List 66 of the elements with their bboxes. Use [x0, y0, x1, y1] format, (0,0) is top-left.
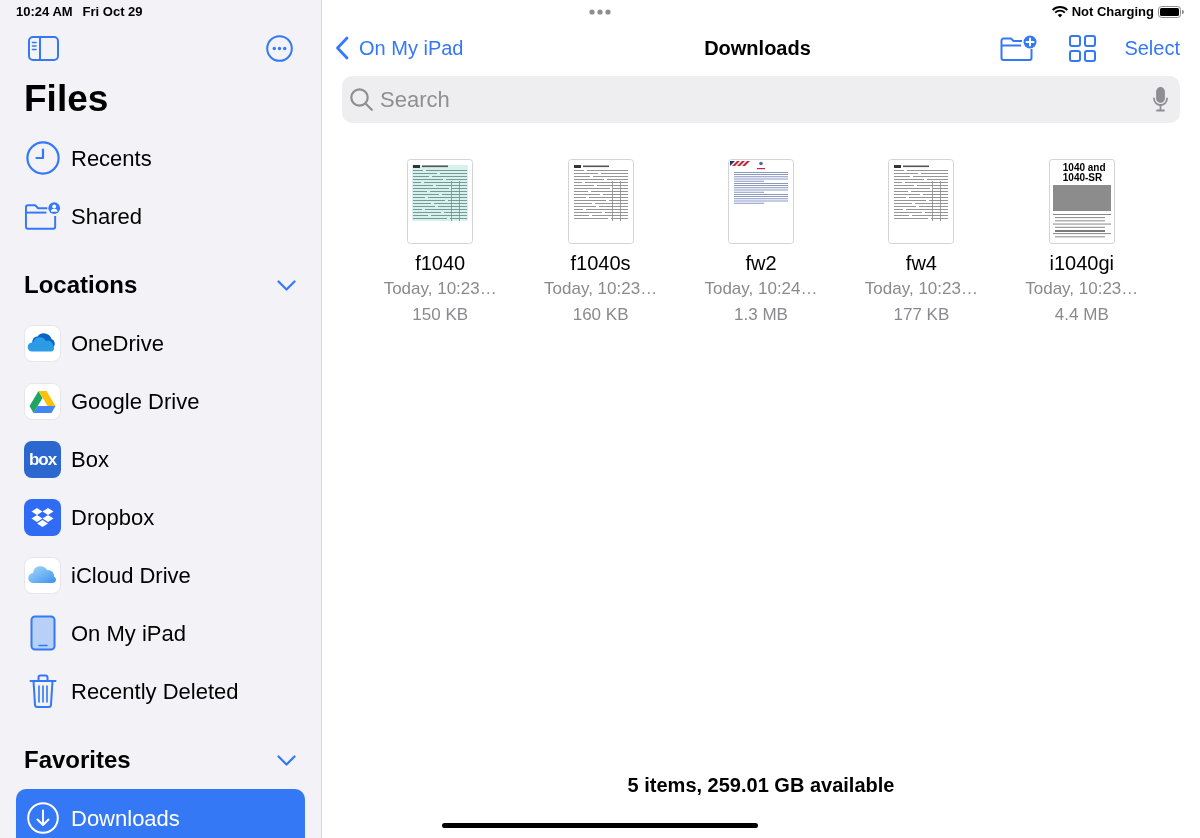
form-page-drawing[interactable]: [567, 159, 634, 244]
chevron-left-icon: [335, 36, 349, 60]
logo-tile: box: [24, 440, 61, 478]
file-name: i1040gi: [1049, 251, 1115, 275]
file-size: 160 KB: [572, 304, 629, 326]
chevron-icon[interactable]: [277, 279, 296, 291]
microphone-icon[interactable]: [1153, 87, 1168, 112]
sidebar-item[interactable]: Google Drive: [16, 372, 305, 430]
form-page-drawing[interactable]: [888, 159, 955, 244]
text-lines-drawing: [1052, 214, 1111, 240]
sidebar-item[interactable]: box Box: [16, 430, 305, 488]
select-button[interactable]: Select: [1124, 33, 1180, 63]
file-name: fw4: [905, 251, 937, 275]
sidebar-item[interactable]: Recents: [16, 129, 305, 187]
back-button[interactable]: On My iPad: [335, 33, 464, 63]
storage-summary: 5 items, 259.01 GB available: [627, 773, 895, 797]
file-name: f1040: [415, 251, 466, 275]
form-page-drawing[interactable]: [407, 159, 474, 244]
sidebar-item[interactable]: OneDrive: [16, 314, 305, 372]
sidebar-item[interactable]: On My iPad: [16, 604, 305, 662]
triangle-app-icon: [24, 382, 61, 420]
download-icon: [26, 802, 59, 834]
folder-plus-icon[interactable]: [1000, 34, 1038, 62]
file-date: Today, 10:23…: [864, 278, 978, 300]
section-title: Favorites: [24, 745, 131, 775]
chevron-icon[interactable]: [277, 754, 296, 766]
grid-view-icon[interactable]: [1069, 34, 1097, 62]
file-date: Today, 10:23…: [1025, 278, 1139, 300]
diamonds-app-icon: [24, 498, 61, 536]
letter-page-drawing[interactable]: [728, 159, 794, 244]
sidebar-item[interactable]: Recently Deleted: [16, 662, 305, 720]
file-size: 1.3 MB: [734, 304, 788, 326]
tablet-icon: [29, 615, 56, 651]
status-time: 10:24 AM: [16, 3, 73, 22]
status-date: Fri Oct 29: [82, 3, 143, 22]
shared-folder-icon: [24, 201, 61, 231]
search-field[interactable]: Search: [342, 76, 1180, 123]
file-date: Today, 10:24…: [704, 278, 818, 300]
file-date: Today, 10:23…: [383, 278, 497, 300]
sidebar-item[interactable]: iCloud Drive: [16, 546, 305, 604]
sidebar-item[interactable]: Dropbox: [16, 488, 305, 546]
more-options-icon[interactable]: [266, 34, 293, 62]
cloud-app-icon: [24, 556, 61, 594]
file-name: f1040s: [570, 251, 631, 275]
search-icon: [350, 88, 373, 111]
file-date: Today, 10:23…: [544, 278, 658, 300]
sidebar-item[interactable]: Downloads: [16, 789, 305, 838]
battery-status-text: Not Charging: [1071, 3, 1154, 22]
trash-icon: [28, 674, 57, 708]
more-dots-icon[interactable]: [589, 9, 611, 15]
file-name: fw2: [745, 251, 777, 275]
sidebar-toggle-icon[interactable]: [28, 35, 59, 61]
file-size: 150 KB: [412, 304, 469, 326]
wifi-icon: [1051, 6, 1068, 18]
sidebar-item[interactable]: Shared: [16, 187, 305, 245]
file-size: 177 KB: [893, 304, 950, 326]
photo-placeholder: [1052, 185, 1111, 211]
cover-title: 1040 and 1040-SR: [1061, 163, 1107, 183]
cloud-app-icon: [24, 324, 61, 362]
clock-icon: [25, 141, 60, 175]
cover-page[interactable]: 1040 and 1040-SR: [1048, 159, 1115, 244]
file-size: 4.4 MB: [1054, 304, 1109, 326]
section-title: Locations: [24, 270, 138, 300]
folder-title: Downloads: [704, 36, 811, 61]
sidebar-title: Files: [24, 79, 109, 117]
battery-icon: [1158, 6, 1184, 18]
